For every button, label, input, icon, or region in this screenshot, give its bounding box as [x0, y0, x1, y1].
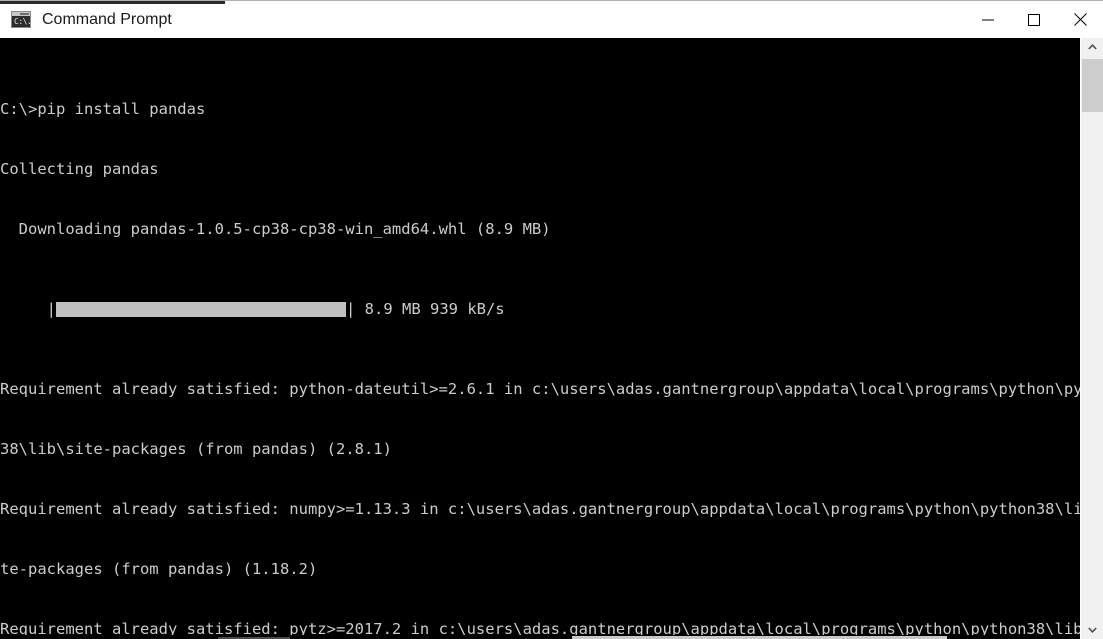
- scroll-up-arrow[interactable]: [1081, 38, 1103, 56]
- console-line: Requirement already satisfied: python-da…: [0, 380, 1080, 398]
- horizontal-scrollbar[interactable]: [0, 635, 1080, 639]
- chevron-down-icon: [1088, 627, 1097, 633]
- close-icon: [1073, 13, 1087, 26]
- progress-bar-fill: [56, 302, 346, 317]
- console-line: C:\>pip install pandas: [0, 100, 206, 118]
- vertical-scrollbar[interactable]: [1080, 38, 1103, 639]
- icon-prompt-glyph: C:\.: [14, 17, 32, 26]
- maximize-icon: [1028, 13, 1040, 26]
- icon-titlebar-strip: [12, 12, 30, 16]
- command-prompt-window: C:\. Command Prompt C:\>pip install pand…: [0, 0, 1103, 639]
- console-text: C:\>pip install pandas Collecting pandas…: [0, 38, 1080, 639]
- progress-suffix: | 8.9 MB 939 kB/s: [346, 300, 505, 318]
- scroll-down-arrow[interactable]: [1081, 621, 1103, 639]
- console-output-area[interactable]: C:\>pip install pandas Collecting pandas…: [0, 38, 1080, 639]
- title-bar[interactable]: C:\. Command Prompt: [0, 0, 1103, 38]
- console-line: Downloading pandas-1.0.5-cp38-cp38-win_a…: [0, 220, 551, 238]
- console-line: 38\lib\site-packages (from pandas) (2.8.…: [0, 440, 392, 458]
- titlebar-top-strip: [0, 1, 225, 4]
- minimize-icon: [982, 19, 994, 20]
- window-controls: [965, 1, 1103, 38]
- progress-prefix: |: [0, 300, 56, 318]
- icon-dots: [20, 13, 29, 15]
- download-progress-line: | | 8.9 MB 939 kB/s: [0, 299, 1080, 319]
- window-title: Command Prompt: [42, 10, 172, 28]
- maximize-button[interactable]: [1011, 1, 1057, 38]
- console-line: Requirement already satisfied: numpy>=1.…: [0, 500, 1080, 518]
- close-button[interactable]: [1057, 1, 1103, 38]
- command-prompt-icon: C:\.: [11, 11, 32, 28]
- minimize-button[interactable]: [965, 1, 1011, 38]
- chevron-up-icon: [1088, 44, 1097, 50]
- console-line: Collecting pandas: [0, 160, 159, 178]
- console-line: te-packages (from pandas) (1.18.2): [0, 560, 318, 578]
- vertical-scroll-thumb[interactable]: [1082, 59, 1103, 112]
